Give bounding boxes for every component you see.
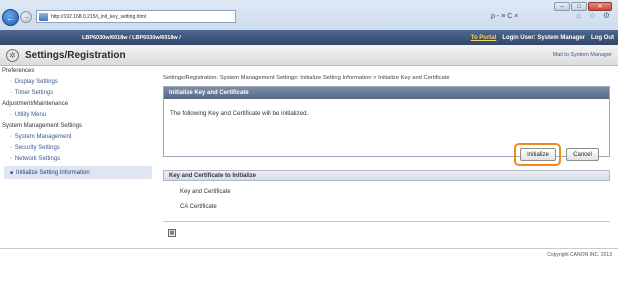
sidebar-item-initialize-setting-information[interactable]: Initialize Setting Information <box>4 166 152 179</box>
settings-icon: ✲ <box>6 49 19 62</box>
initialize-panel: Initialize Key and Certificate The follo… <box>163 86 610 166</box>
cancel-button[interactable]: Cancel <box>566 148 599 161</box>
address-text[interactable]: http://192.168.0.215/i_init_key_setting.… <box>51 14 146 20</box>
list-header: Key and Certificate to Initialize <box>163 170 610 181</box>
app-header: LBP6030w/6018w / LBP6030w/6018w / To Por… <box>0 30 618 45</box>
sidebar-item-timer-settings[interactable]: Timer Settings <box>10 90 53 96</box>
forward-icon[interactable]: → <box>20 11 32 23</box>
panel-message: The following Key and Certificate will b… <box>170 110 309 117</box>
home-icon[interactable]: ⌂ <box>573 10 584 21</box>
login-user: Login User: System Manager <box>502 34 585 41</box>
initialize-button[interactable]: Initialize <box>520 148 556 161</box>
sidebar-item-system-management[interactable]: System Management <box>10 134 72 140</box>
sidebar-header-preferences: Preferences <box>2 68 35 74</box>
list-item-key-and-certificate: Key and Certificate <box>180 189 231 195</box>
page-title: Settings/Registration <box>25 50 126 61</box>
back-icon[interactable]: ← <box>2 9 19 26</box>
list-item-ca-certificate: CA Certificate <box>180 204 217 210</box>
header-links: To Portal Login User: System Manager Log… <box>471 35 614 41</box>
sidebar-item-display-settings[interactable]: Display Settings <box>10 79 58 85</box>
site-icon <box>39 12 48 21</box>
footer-rule <box>0 248 618 249</box>
panel-title: Initialize Key and Certificate <box>164 87 609 99</box>
gear-icon[interactable]: ⚙ <box>601 10 612 21</box>
sidebar-header-system-management-settings: System Management Settings <box>2 123 83 129</box>
sidebar-item-network-settings[interactable]: Network Settings <box>10 156 60 162</box>
address-tools[interactable]: ρ - ≡ C × <box>488 10 560 23</box>
logout-link[interactable]: Log Out <box>591 35 614 41</box>
print-icon[interactable]: ▦ <box>168 229 176 237</box>
mail-to-system-manager-link[interactable]: Mail to System Manager <box>553 52 612 58</box>
title-band: ✲ Settings/Registration Mail to System M… <box>0 45 618 66</box>
sidebar-item-security-settings[interactable]: Security Settings <box>10 145 60 151</box>
star-icon[interactable]: ☆ <box>587 10 598 21</box>
address-bar[interactable]: http://192.168.0.215/i_init_key_setting.… <box>36 10 236 23</box>
sidebar-header-adjustment: Adjustment/Maintenance <box>2 101 69 107</box>
divider <box>163 221 610 222</box>
model-name: LBP6030w/6018w / LBP6030w/6018w / <box>82 34 181 41</box>
breadcrumb: Settings/Registration: System Management… <box>163 75 450 81</box>
to-portal-link[interactable]: To Portal <box>471 35 497 41</box>
toolbar-icons: ⌂ ☆ ⚙ <box>573 10 612 21</box>
sidebar-item-utility-menu[interactable]: Utility Menu <box>10 112 46 118</box>
sidebar: Preferences Display Settings Timer Setti… <box>0 66 156 248</box>
copyright: Copyright CANON INC. 2013 <box>547 252 612 258</box>
